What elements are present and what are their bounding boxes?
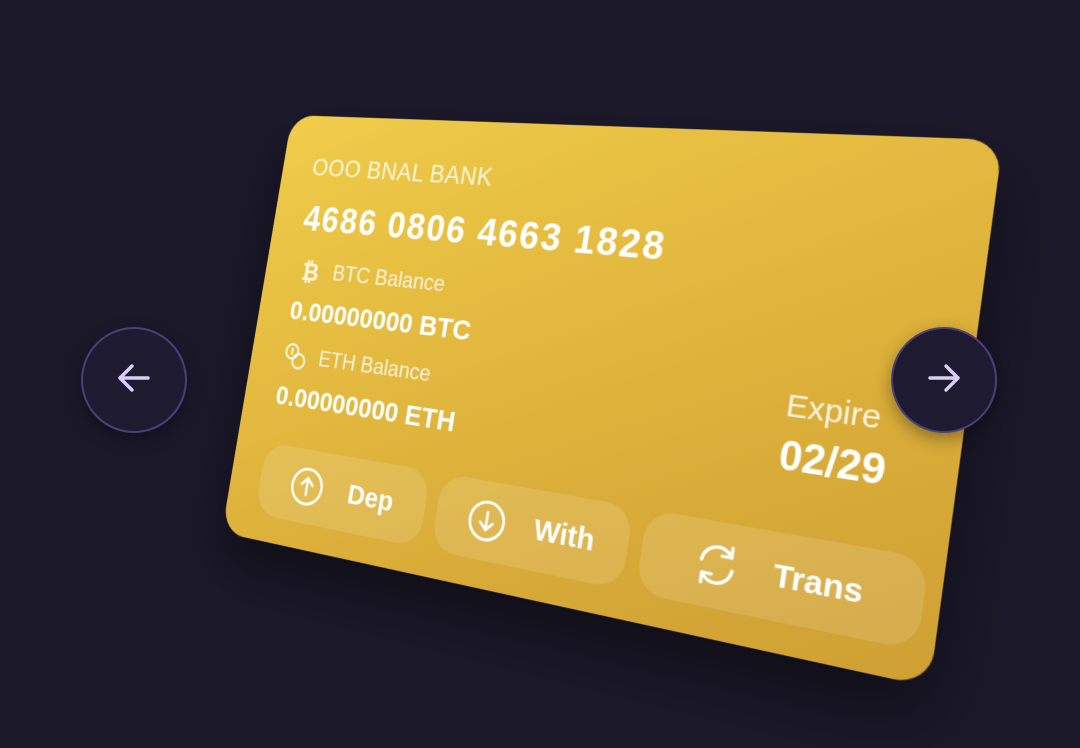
eth-balance-label: ETH Balance	[316, 347, 432, 388]
deposit-button[interactable]: Dep	[255, 442, 431, 547]
btc-balance-label: BTC Balance	[331, 261, 447, 298]
svg-text:₿: ₿	[300, 258, 321, 286]
btc-balance-value: 0.00000000 BTC	[288, 296, 474, 348]
deposit-label: Dep	[345, 479, 396, 520]
card-number: 4686 0806 4663 1828	[301, 199, 670, 270]
withdraw-button[interactable]: With	[431, 473, 634, 590]
expire-label: Expire	[784, 388, 896, 439]
coins-icon	[280, 340, 310, 374]
bank-name: OOO BNAL BANK	[310, 154, 495, 192]
expiry-block: Expire 02/29	[776, 388, 896, 496]
arrow-up-circle-icon	[286, 462, 328, 511]
arrow-left-icon	[112, 356, 156, 405]
btc-balance-row: ₿ BTC Balance	[294, 255, 447, 301]
arrow-down-circle-icon	[463, 495, 510, 548]
expire-date: 02/29	[776, 433, 889, 496]
refresh-icon	[689, 536, 744, 595]
previous-card-button[interactable]	[81, 327, 187, 433]
bank-card[interactable]: OOO BNAL BANK 4686 0806 4663 1828 ₿ BTC …	[222, 115, 1003, 687]
next-card-button[interactable]	[891, 327, 997, 433]
app-stage: OOO BNAL BANK 4686 0806 4663 1828 ₿ BTC …	[0, 0, 1080, 748]
bitcoin-icon: ₿	[294, 255, 324, 287]
eth-balance-value: 0.00000000 ETH	[273, 380, 457, 439]
arrow-right-icon	[922, 356, 966, 405]
withdraw-label: With	[531, 513, 597, 559]
transfer-button[interactable]: Trans	[635, 509, 929, 651]
transfer-label: Trans	[770, 557, 865, 612]
